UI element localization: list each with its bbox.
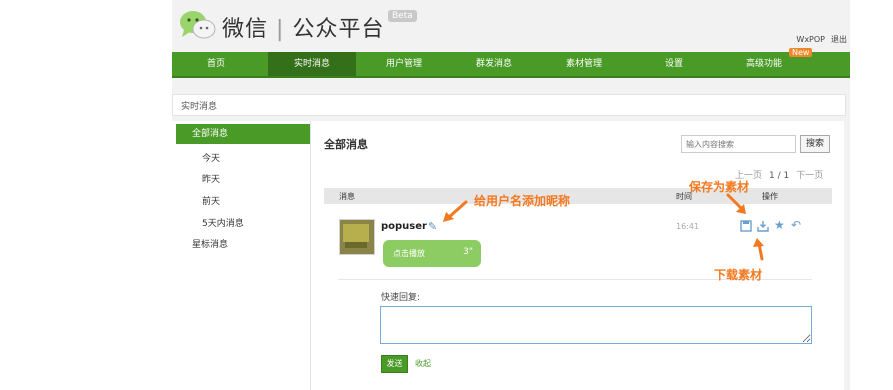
nav-item-materials[interactable]: 素材管理 [540, 52, 628, 76]
beta-badge: Beta [388, 10, 417, 22]
brand-platform: 公众平台 [292, 17, 385, 42]
wechat-logo-icon [180, 11, 216, 39]
next-page-link[interactable]: 下一页 [796, 171, 823, 181]
nav-item-user-management[interactable]: 用户管理 [360, 52, 448, 76]
main-nav: 首页 实时消息 用户管理 群发消息 素材管理 设置 高级功能 [172, 52, 850, 78]
reply-icon[interactable]: ↶ [791, 218, 801, 232]
avatar[interactable] [339, 219, 375, 255]
sidebar-item-five-days[interactable]: 5天内消息 [202, 216, 244, 229]
column-header-action: 操作 [762, 192, 778, 201]
annotation-arrow-download [753, 238, 764, 261]
sidebar-item-yesterday[interactable]: 昨天 [202, 172, 220, 185]
brand-wechat: 微信 [222, 17, 269, 42]
page-title: 全部消息 [324, 138, 368, 151]
star-icon[interactable]: ★ [774, 218, 785, 232]
column-header-message: 消息 [339, 192, 355, 201]
sidebar-item-day-before[interactable]: 前天 [202, 194, 220, 207]
voice-message-bubble[interactable]: 点击播放 3" [383, 240, 481, 267]
annotation-download-material: 下载素材 [714, 268, 763, 282]
sidebar-item-all-messages[interactable]: 全部消息 [176, 124, 310, 144]
annotation-nickname: 给用户名添加昵称 [474, 194, 571, 208]
quick-reply-textarea[interactable] [380, 306, 812, 344]
send-button[interactable]: 发送 [381, 355, 408, 373]
download-icon[interactable] [757, 220, 769, 232]
account-name[interactable]: WxPOP [796, 35, 825, 44]
voice-duration: 3" [463, 247, 473, 257]
nav-item-settings[interactable]: 设置 [630, 52, 718, 76]
breadcrumb: 实时消息 [172, 94, 846, 116]
annotation-arrow-nickname [443, 200, 468, 222]
brand-title: 微信 | 公众平台 [222, 11, 384, 43]
table-header: 消息 时间 操作 [324, 188, 832, 204]
collapse-link[interactable]: 收起 [415, 358, 431, 369]
nav-item-mass-messages[interactable]: 群发消息 [450, 52, 538, 76]
new-badge: New [789, 48, 813, 57]
user-area: WxPOP 退出 [790, 34, 847, 45]
sidebar-item-starred[interactable]: 星标消息 [192, 237, 228, 250]
search-input[interactable] [681, 135, 796, 153]
save-icon[interactable] [740, 220, 752, 232]
edit-nickname-pencil-icon[interactable]: ✎ [428, 220, 437, 233]
annotation-arrow-save [726, 193, 746, 214]
quick-reply-label: 快速回复: [381, 293, 421, 303]
sidebar: 全部消息 今天 昨天 前天 5天内消息 星标消息 [172, 121, 311, 390]
username: popuser [381, 221, 427, 232]
search-button[interactable]: 搜索 [800, 135, 830, 153]
breadcrumb-current: 实时消息 [181, 102, 218, 112]
voice-play-label: 点击播放 [393, 249, 425, 258]
page-indicator: 1 / 1 [769, 171, 790, 181]
brand-separator: | [276, 17, 285, 42]
nav-item-realtime-messages[interactable]: 实时消息 [268, 52, 356, 76]
nav-item-home[interactable]: 首页 [172, 52, 260, 76]
sidebar-item-today[interactable]: 今天 [202, 151, 220, 164]
logout-link[interactable]: 退出 [831, 35, 847, 44]
message-time: 16:41 [676, 222, 700, 231]
